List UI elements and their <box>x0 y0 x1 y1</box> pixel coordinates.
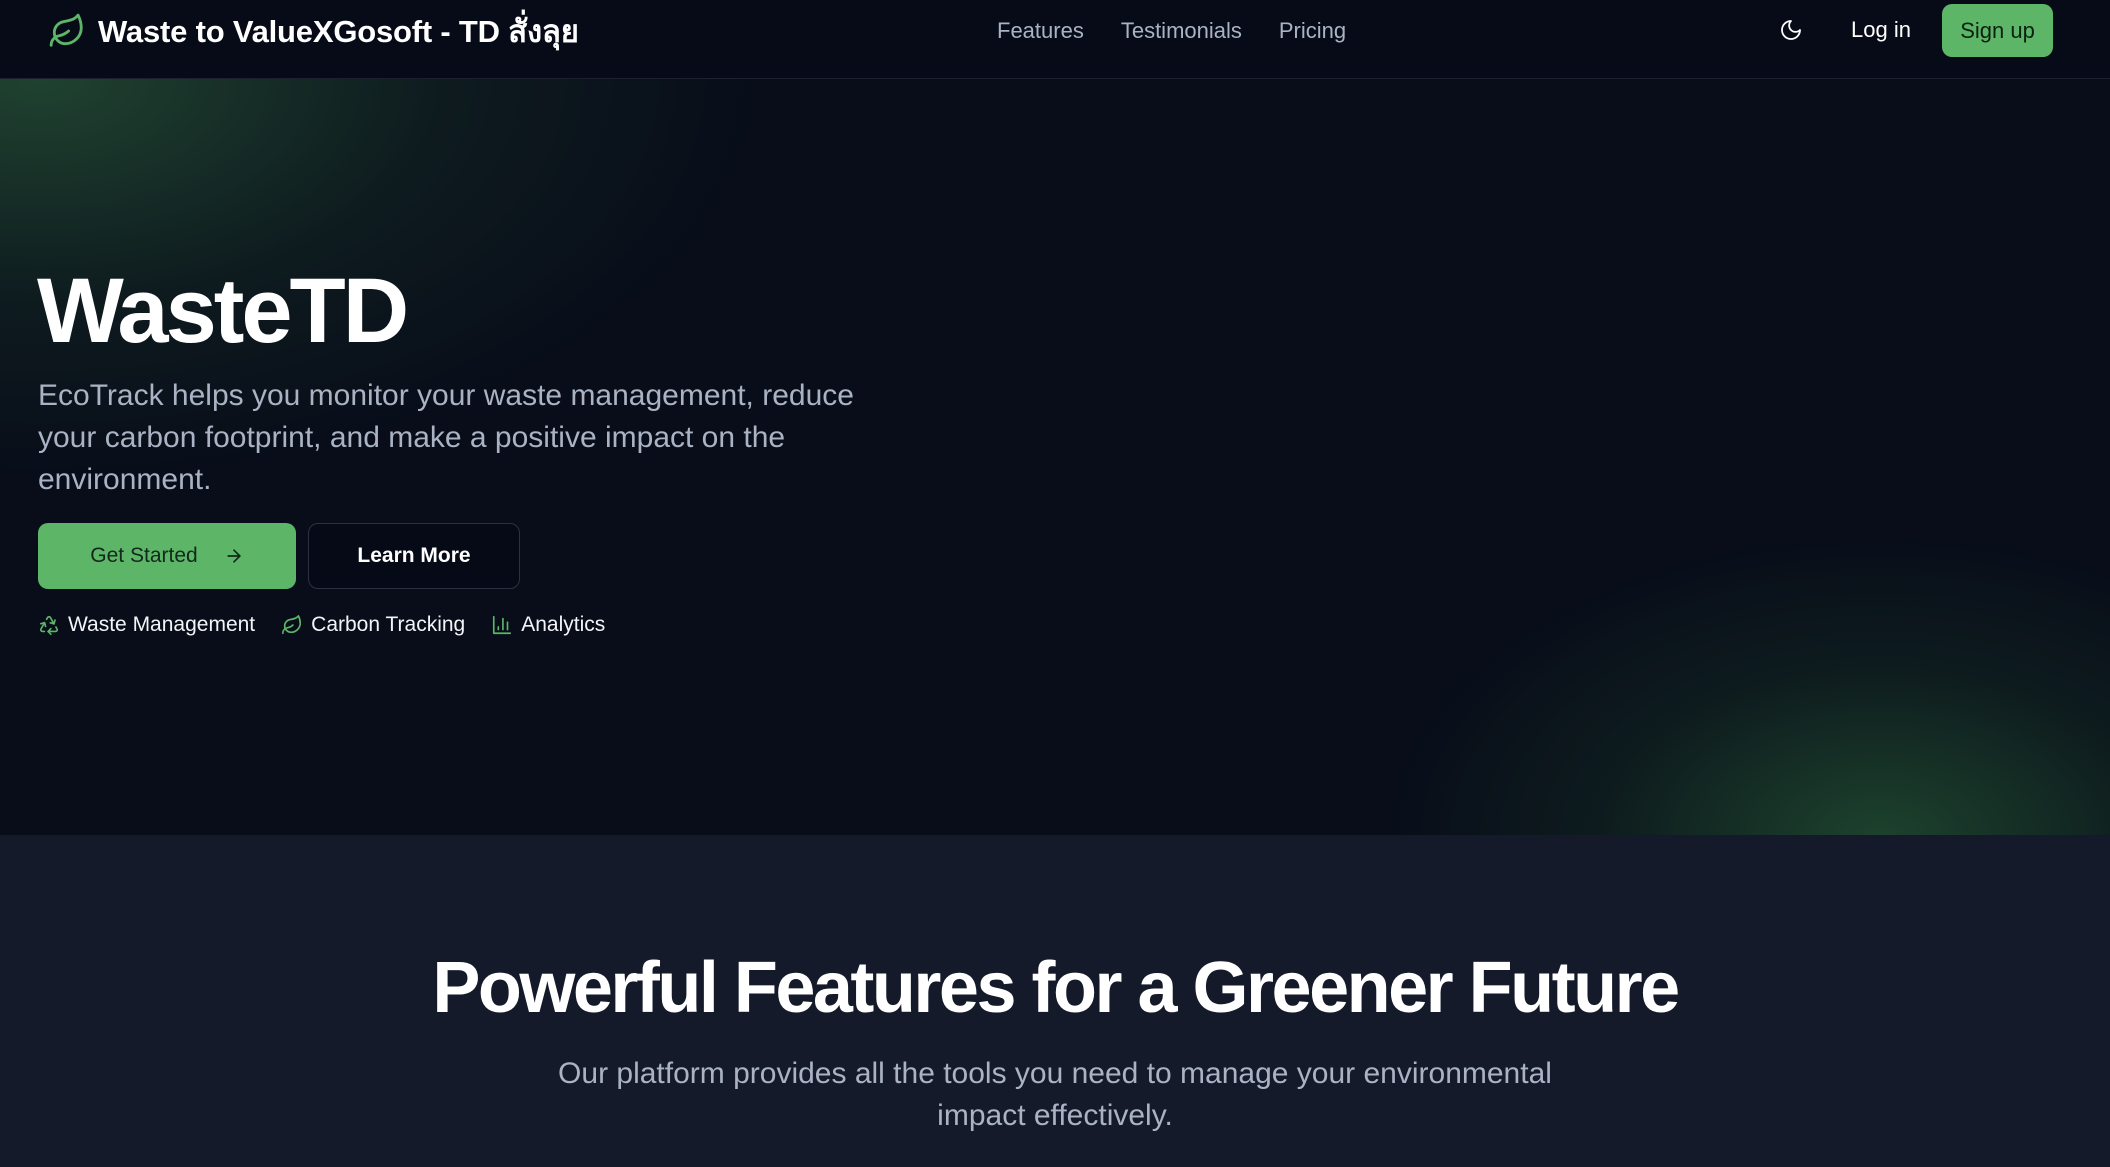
hero-description: EcoTrack helps you monitor your waste ma… <box>38 379 854 496</box>
site-header: Waste to ValueXGosoft - TD สั่งลุย Featu… <box>0 0 2110 79</box>
nav-link-features[interactable]: Features <box>997 18 1084 44</box>
theme-toggle-button[interactable] <box>1776 15 1806 45</box>
brand[interactable]: Waste to ValueXGosoft - TD สั่งลุย <box>48 10 579 52</box>
login-link[interactable]: Log in <box>1851 17 1911 43</box>
tag-waste-management: Waste Management <box>38 613 255 637</box>
moon-icon <box>1779 18 1803 42</box>
main-nav: Features Testimonials Pricing <box>997 14 1383 48</box>
hero-title: WasteTD <box>37 260 409 362</box>
arrow-right-icon <box>224 546 244 566</box>
leaf-icon <box>48 12 86 50</box>
signup-button[interactable]: Sign up <box>1942 4 2053 57</box>
nav-link-pricing[interactable]: Pricing <box>1279 18 1346 44</box>
feature-tags: Waste Management Carbon Tracking Analyti… <box>38 610 631 640</box>
tag-carbon-tracking: Carbon Tracking <box>281 613 465 637</box>
leaf-icon <box>281 614 303 636</box>
features-title: Powerful Features for a Greener Future <box>432 948 1680 1028</box>
features-section: Powerful Features for a Greener Future O… <box>0 835 2110 1167</box>
tag-label: Carbon Tracking <box>311 613 466 636</box>
tag-label: Analytics <box>521 613 606 636</box>
nav-link-testimonials[interactable]: Testimonials <box>1121 18 1242 44</box>
brand-name: Waste to ValueXGosoft - TD สั่งลุย <box>98 14 579 49</box>
hero-section: WasteTD EcoTrack helps you monitor your … <box>0 79 2110 835</box>
get-started-label: Get Started <box>90 544 198 567</box>
learn-more-button[interactable]: Learn More <box>308 523 520 589</box>
tag-label: Waste Management <box>68 613 256 636</box>
get-started-button[interactable]: Get Started <box>38 523 296 589</box>
features-description: Our platform provides all the tools you … <box>558 1057 1552 1132</box>
recycle-icon <box>38 614 60 636</box>
tag-analytics: Analytics <box>491 613 605 637</box>
bar-chart-icon <box>491 614 513 636</box>
